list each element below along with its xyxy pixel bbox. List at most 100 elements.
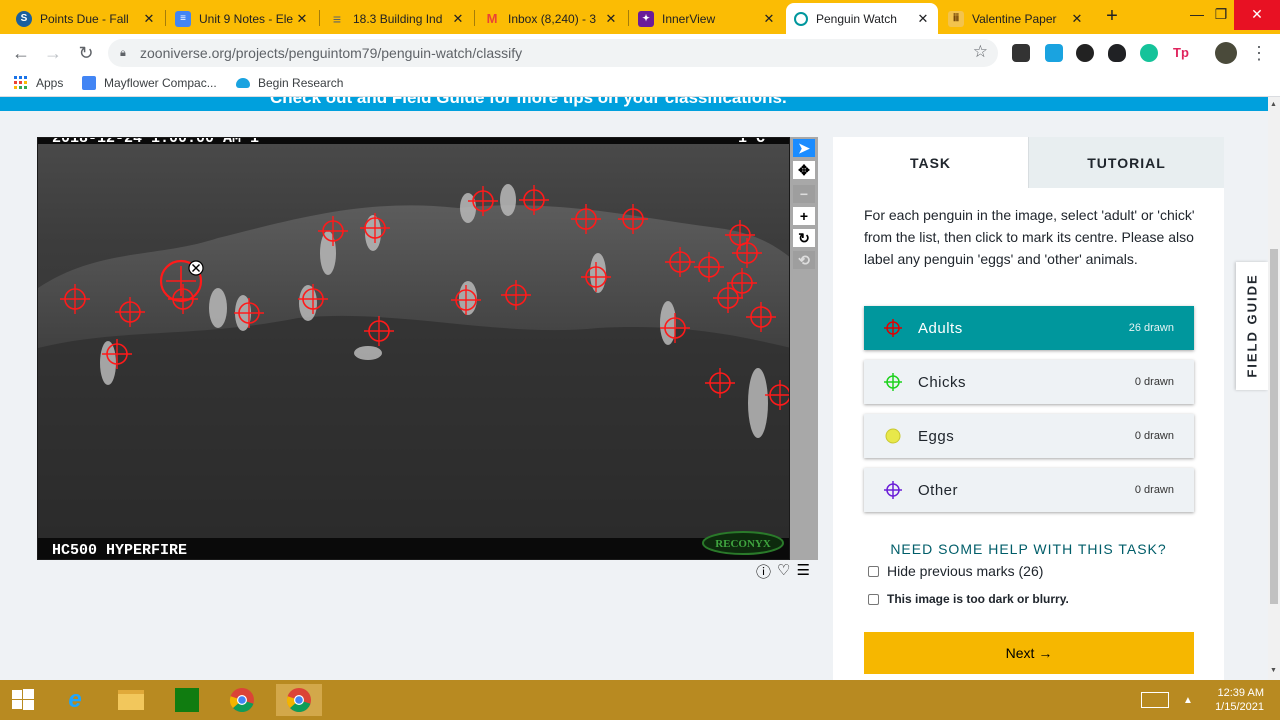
google-docs-icon: ≡ xyxy=(175,10,191,27)
tab-title: Unit 9 Notes - Ele xyxy=(199,11,294,26)
tab-title: InnerView xyxy=(662,11,716,26)
subject-image-viewer[interactable]: 2018-12-24 1:00:00 AM 1 1°C HC500 HYPERF… xyxy=(37,137,790,560)
extension-grid-icon[interactable] xyxy=(1012,44,1030,62)
crosshair-icon xyxy=(884,319,902,337)
info-icon[interactable]: ⓘ xyxy=(756,561,771,582)
extension-gear-icon[interactable] xyxy=(1076,44,1094,62)
scroll-down-icon[interactable]: ▼ xyxy=(1270,667,1277,674)
zoom-out-icon[interactable]: − xyxy=(793,185,815,203)
window-close-button[interactable]: ✕ xyxy=(1234,0,1280,30)
delete-mark-icon[interactable] xyxy=(188,260,204,276)
next-button[interactable]: Next → xyxy=(864,632,1194,674)
field-guide-label: FIELD GUIDE xyxy=(1244,273,1260,378)
too-dark-checkbox[interactable]: This image is too dark or blurry. xyxy=(868,592,1069,606)
checkbox-box[interactable] xyxy=(868,565,879,577)
browser-toolbar: ← → ↻ 🔒︎ zooniverse.org/projects/penguin… xyxy=(0,34,1280,72)
browser-tab[interactable]: ✦ InnerView ✕ xyxy=(630,3,784,34)
close-tab-icon[interactable]: ✕ xyxy=(762,11,776,27)
image-toolbar: ➤ ✥ − + ↻ ⟲ xyxy=(790,137,818,560)
bookmark-label: Mayflower Compac... xyxy=(104,76,217,90)
move-tool-icon[interactable]: ✥ xyxy=(793,161,815,179)
maximize-button[interactable]: ❐ xyxy=(1204,0,1238,30)
close-tab-icon[interactable]: ✕ xyxy=(916,11,930,27)
file-explorer-icon[interactable] xyxy=(114,684,148,716)
answer-count: 0 drawn xyxy=(1134,376,1174,388)
chrome-active-icon[interactable] xyxy=(276,684,322,716)
answer-label: Eggs xyxy=(918,427,955,445)
browser-tab[interactable]: S Points Due - Fall ✕ xyxy=(8,3,164,34)
field-guide-tab[interactable]: FIELD GUIDE xyxy=(1236,262,1268,390)
extension-tp-icon[interactable]: Tp xyxy=(1172,44,1190,62)
browser-tab-active[interactable]: Penguin Watch ✕ xyxy=(786,3,938,34)
extension-cloud-icon[interactable] xyxy=(1045,44,1063,62)
menu-kebab-icon[interactable]: ⋮ xyxy=(1248,42,1270,64)
lines-icon: ≡ xyxy=(332,10,342,27)
tab-separator xyxy=(628,10,629,26)
camera-trap-image[interactable]: 2018-12-24 1:00:00 AM 1 1°C HC500 HYPERF… xyxy=(38,138,790,560)
help-link[interactable]: NEED SOME HELP WITH THIS TASK? xyxy=(833,541,1224,557)
answer-label: Adults xyxy=(918,319,963,337)
checkbox-box[interactable] xyxy=(868,593,879,605)
browser-tab[interactable]: M Inbox (8,240) - 3 ✕ xyxy=(476,3,626,34)
scrollbar-thumb[interactable] xyxy=(1270,249,1278,604)
tab-task[interactable]: TASK xyxy=(833,137,1028,188)
bookmark-apps[interactable]: Apps xyxy=(14,76,63,90)
profile-avatar[interactable] xyxy=(1215,42,1237,64)
clock-time: 12:39 AM xyxy=(1217,687,1264,699)
close-tab-icon[interactable]: ✕ xyxy=(295,11,309,27)
extension-paw-icon[interactable] xyxy=(1108,44,1126,62)
answer-count: 0 drawn xyxy=(1134,484,1174,496)
lock-icon: 🔒︎ xyxy=(120,47,126,59)
bookmark-star-icon[interactable]: ☆ xyxy=(973,42,988,62)
bookmark-begin-research[interactable]: Begin Research xyxy=(236,76,343,90)
task-tabs: TASK TUTORIAL xyxy=(833,137,1224,188)
chrome-icon[interactable] xyxy=(225,684,259,716)
internet-explorer-icon[interactable]: e xyxy=(58,684,92,716)
new-tab-button[interactable]: + xyxy=(1101,6,1123,28)
browser-tab[interactable]: ≡ Unit 9 Notes - Ele ✕ xyxy=(167,3,317,34)
cloud-icon xyxy=(236,78,250,88)
page-scrollbar[interactable]: ▲ ▼ xyxy=(1268,97,1280,680)
page-content: Check out and Field Guide for more tips … xyxy=(0,97,1268,680)
rotate-icon[interactable]: ↻ xyxy=(793,229,815,247)
pointer-tool-icon[interactable]: ➤ xyxy=(793,139,815,157)
close-tab-icon[interactable]: ✕ xyxy=(142,11,156,27)
bee-icon: ⅲ xyxy=(948,10,964,27)
answer-adults[interactable]: Adults 26 drawn xyxy=(864,306,1194,350)
google-docs-icon xyxy=(82,76,96,90)
answer-chicks[interactable]: Chicks 0 drawn xyxy=(864,360,1194,404)
banner-text: Check out and Field Guide for more tips … xyxy=(270,97,787,107)
scroll-up-icon[interactable]: ▲ xyxy=(1270,101,1277,108)
close-tab-icon[interactable]: ✕ xyxy=(1070,11,1084,27)
keyboard-icon[interactable] xyxy=(1138,684,1172,716)
bookmark-mayflower[interactable]: Mayflower Compac... xyxy=(82,76,217,90)
address-bar[interactable]: 🔒︎ zooniverse.org/projects/penguintom79/… xyxy=(108,39,998,67)
store-icon[interactable] xyxy=(170,684,204,716)
too-dark-label: This image is too dark or blurry. xyxy=(887,592,1069,606)
back-icon[interactable]: ← xyxy=(10,42,32,64)
crosshair-icon xyxy=(884,373,902,391)
system-clock[interactable]: 12:39 AM 1/15/2021 xyxy=(1215,686,1264,714)
grammarly-icon[interactable] xyxy=(1140,44,1158,62)
answer-other[interactable]: Other 0 drawn xyxy=(864,468,1194,512)
tab-title: Valentine Paper xyxy=(972,11,1057,26)
tab-title: Penguin Watch xyxy=(816,11,897,26)
tab-tutorial[interactable]: TUTORIAL xyxy=(1028,137,1224,188)
collections-list-icon[interactable]: ☰ xyxy=(796,561,809,582)
camera-label: HC500 HYPERFIRE xyxy=(52,542,187,559)
start-windows-icon[interactable] xyxy=(6,684,40,716)
reset-icon[interactable]: ⟲ xyxy=(793,251,815,269)
schoology-icon: S xyxy=(16,10,32,27)
tray-chevron-icon[interactable]: ▲ xyxy=(1178,684,1198,716)
browser-tab[interactable]: ≡ 18.3 Building Ind ✕ xyxy=(321,3,473,34)
reload-icon[interactable]: ↻ xyxy=(75,42,97,64)
close-tab-icon[interactable]: ✕ xyxy=(604,11,618,27)
bookmark-label: Apps xyxy=(36,76,64,90)
favorite-heart-icon[interactable]: ♡ xyxy=(777,561,790,582)
answer-eggs[interactable]: Eggs 0 drawn xyxy=(864,414,1194,458)
zoom-in-icon[interactable]: + xyxy=(793,207,815,225)
close-tab-icon[interactable]: ✕ xyxy=(451,11,465,27)
hide-marks-checkbox[interactable]: Hide previous marks (26) xyxy=(868,563,1043,579)
browser-tab[interactable]: ⅲ Valentine Paper ✕ xyxy=(940,3,1092,34)
forward-icon[interactable]: → xyxy=(42,42,64,64)
